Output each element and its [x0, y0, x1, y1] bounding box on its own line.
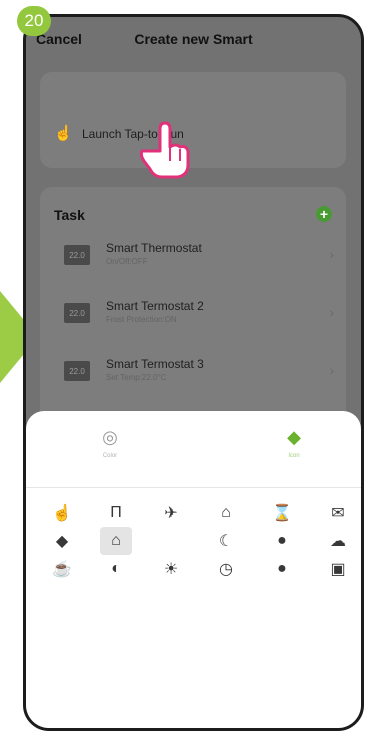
briefcase-icon[interactable]: ▣	[322, 555, 354, 583]
thermostat-icon: 22.0	[64, 361, 90, 381]
thermostat-icon: 22.0	[64, 303, 90, 323]
chevron-right-icon: ›	[329, 305, 334, 320]
location-pin-icon[interactable]: ●	[266, 527, 298, 555]
task-name: Smart Termostat 2	[106, 299, 204, 313]
add-task-button[interactable]: +	[316, 206, 332, 222]
tap-hand-icon: ☝	[54, 125, 73, 142]
divider	[26, 487, 361, 488]
task-name: Smart Thermostat	[106, 241, 202, 255]
pointing-hand-icon	[139, 121, 190, 179]
page-title: Create new Smart	[134, 31, 253, 47]
task-item[interactable]: 22.0 Smart Thermostat On/Off:OFF ›	[54, 237, 334, 277]
tab-icon[interactable]: ◆ Icon	[254, 427, 334, 459]
moon-icon[interactable]: ☾	[210, 527, 242, 555]
water-drop-icon[interactable]: ●	[266, 555, 298, 583]
task-item[interactable]: 22.0 Smart Termostat 2 Frost Protection:…	[54, 295, 334, 335]
curtains-icon[interactable]: Π	[100, 499, 132, 527]
mail-icon[interactable]: ✉	[322, 499, 354, 527]
rain-cloud-icon[interactable]: ☁	[322, 527, 354, 555]
picker-tabs: ◎ Color ◆ Icon	[26, 411, 361, 487]
chevron-right-icon: ›	[329, 363, 334, 378]
tab-label: Icon	[288, 453, 300, 459]
tag-icon: ◆	[287, 427, 301, 447]
task-item[interactable]: 22.0 Smart Termostat 3 Set Temp:22.0°C ›	[54, 353, 334, 393]
tag-icon[interactable]: ◆	[46, 527, 78, 555]
timer-icon[interactable]: ◷	[210, 555, 242, 583]
task-subtitle: On/Off:OFF	[106, 257, 148, 266]
top-bar: Cancel Create new Smart	[26, 17, 361, 67]
palette-icon: ◎	[102, 427, 118, 447]
tab-color[interactable]: ◎ Color	[70, 427, 150, 459]
thermostat-icon: 22.0	[64, 245, 90, 265]
task-title: Task	[54, 207, 85, 223]
task-subtitle: Set Temp:22.0°C	[106, 373, 167, 382]
phone-frame: Cancel Create new Smart ☝ Launch Tap-to-…	[23, 14, 364, 731]
task-subtitle: Frost Protection:ON	[106, 315, 177, 324]
tab-label: Color	[102, 453, 118, 459]
task-card: Task + 22.0 Smart Thermostat On/Off:OFF …	[40, 187, 346, 447]
leave-home-icon[interactable]: ⌂	[210, 499, 242, 527]
shield-icon[interactable]: ◐	[100, 555, 132, 583]
task-name: Smart Termostat 3	[106, 357, 204, 371]
tap-hand-icon[interactable]: ☝	[46, 499, 78, 527]
home-walk-icon[interactable]: ⌂	[100, 527, 132, 555]
step-badge: 20	[17, 6, 51, 36]
hourglass-icon[interactable]: ⌛	[266, 499, 298, 527]
icon-picker-sheet: ◎ Color ◆ Icon ☝ Π ✈ ⌂ ⌛ ✉ ◆ ⌂ ☾ ● ☁ ☕ ◐ ☀ ◷ ● ▣	[26, 411, 361, 728]
blank-icon	[155, 527, 187, 555]
chevron-right-icon: ›	[329, 247, 334, 262]
plane-icon[interactable]: ✈	[155, 499, 187, 527]
sun-icon[interactable]: ☀	[155, 555, 187, 583]
coffee-icon[interactable]: ☕	[46, 555, 78, 583]
